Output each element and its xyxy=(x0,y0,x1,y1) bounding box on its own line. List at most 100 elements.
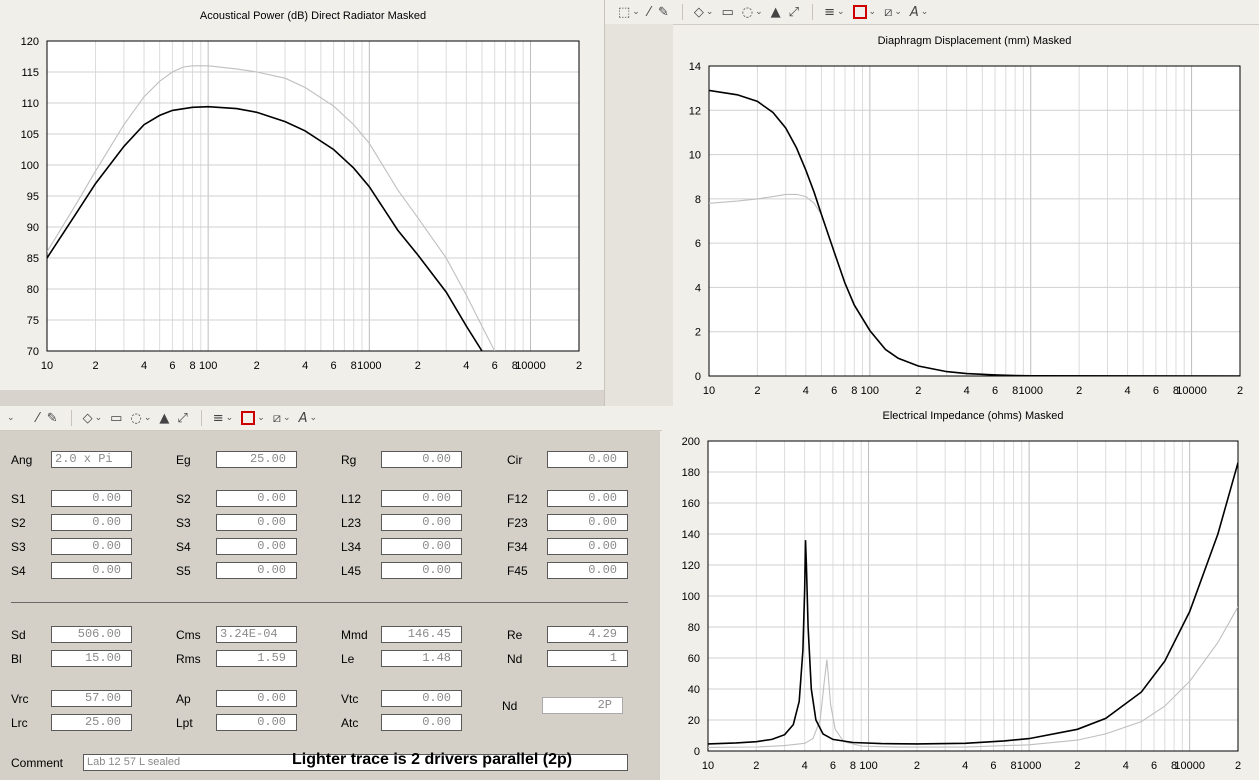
param-field[interactable]: 0.00 xyxy=(216,514,297,531)
x-tick-label: 2 xyxy=(1076,385,1082,397)
y-tick-label: 120 xyxy=(21,36,39,48)
param-field[interactable]: 0.00 xyxy=(381,514,462,531)
x-tick-label: 2 xyxy=(1074,760,1080,772)
param-label: S5 xyxy=(176,564,191,578)
param-label: Vrc xyxy=(11,692,29,706)
line-style-icon[interactable]: ≡ ⌄ xyxy=(210,408,236,428)
font-icon[interactable]: A ⌄ xyxy=(296,408,320,428)
x-tick-label: 1000 xyxy=(1017,760,1041,772)
param-field[interactable]: 0.00 xyxy=(547,514,628,531)
fill-color-icon[interactable]: ⧄ ⌄ xyxy=(270,408,294,428)
param-label: Vtc xyxy=(341,692,359,706)
chart-title: Electrical Impedance (ohms) Masked xyxy=(883,410,1064,422)
brush-icon[interactable]: ✎ xyxy=(44,408,61,428)
param-field[interactable]: 25.00 xyxy=(51,714,132,731)
y-tick-label: 140 xyxy=(682,529,700,541)
magic-wand-icon[interactable]: ⁄ xyxy=(34,408,42,428)
x-tick-label: 10000 xyxy=(515,360,546,372)
param-field[interactable]: 0.00 xyxy=(216,714,297,731)
param-label: L23 xyxy=(341,516,362,530)
param-field[interactable]: 0.00 xyxy=(216,538,297,555)
param-field[interactable]: 506.00 xyxy=(51,626,132,643)
param-field[interactable]: 1 xyxy=(547,650,628,667)
param-field[interactable]: 15.00 xyxy=(51,650,132,667)
param-field[interactable]: 146.45 xyxy=(381,626,462,643)
param-field[interactable]: 0.00 xyxy=(381,538,462,555)
param-field[interactable]: 4.29 xyxy=(547,626,628,643)
param-field[interactable]: 0.00 xyxy=(381,714,462,731)
x-tick-label: 6 xyxy=(169,360,175,372)
param-field[interactable]: 1.59 xyxy=(216,650,297,667)
fill-icon[interactable]: ▲ xyxy=(156,408,172,428)
y-tick-label: 80 xyxy=(27,284,39,296)
param-field[interactable]: 0.00 xyxy=(216,562,297,579)
y-tick-label: 105 xyxy=(21,129,39,141)
y-tick-label: 0 xyxy=(695,371,701,383)
resize-icon[interactable]: ⤢ xyxy=(174,408,190,428)
x-tick-label: 6 xyxy=(492,360,498,372)
param-label: Lrc xyxy=(11,716,28,730)
param-field[interactable]: 0.00 xyxy=(51,538,132,555)
param-label: Re xyxy=(507,628,523,642)
acoustical-power-window: Acoustical Power (dB) Direct Radiator Ma… xyxy=(0,0,604,390)
param-field[interactable]: 0.00 xyxy=(381,490,462,507)
y-tick-label: 2 xyxy=(695,327,701,339)
y-tick-label: 180 xyxy=(682,467,700,479)
param-label: Ang xyxy=(11,453,33,467)
param-field[interactable]: 2.0 x Pi xyxy=(51,451,132,468)
y-tick-label: 115 xyxy=(21,67,39,79)
y-tick-label: 110 xyxy=(21,98,39,110)
y-tick-label: 200 xyxy=(682,436,700,448)
param-field[interactable]: 57.00 xyxy=(51,690,132,707)
y-tick-label: 20 xyxy=(688,715,700,727)
impedance-chart: Electrical Impedance (ohms) Masked 0 20 40 6… xyxy=(682,410,1241,772)
y-tick-label: 80 xyxy=(688,622,700,634)
param-field[interactable]: 0.00 xyxy=(547,451,628,468)
y-tick-label: 70 xyxy=(27,346,39,358)
param-field[interactable]: 0.00 xyxy=(216,690,297,707)
param-field[interactable]: 2P xyxy=(542,697,623,714)
param-field[interactable]: 0.00 xyxy=(51,562,132,579)
param-field[interactable]: 25.00 xyxy=(216,451,297,468)
x-tick-label: 8 xyxy=(1010,760,1016,772)
param-label: Atc xyxy=(341,716,359,730)
x-tick-label: 6 xyxy=(830,760,836,772)
x-tick-label: 4 xyxy=(803,385,809,397)
y-tick-label: 100 xyxy=(682,591,700,603)
x-tick-label: 10000 xyxy=(1176,385,1207,397)
y-tick-label: 90 xyxy=(27,222,39,234)
param-label: S4 xyxy=(11,564,26,578)
shape-icon[interactable]: ◇ ⌄ xyxy=(80,408,106,428)
param-field[interactable]: 0.00 xyxy=(381,451,462,468)
param-field[interactable]: 0.00 xyxy=(51,490,132,507)
param-field[interactable]: 0.00 xyxy=(381,562,462,579)
param-field[interactable]: 3.24E-04 xyxy=(216,626,297,643)
y-tick-label: 75 xyxy=(27,315,39,327)
driver-parameters-form: Comment Lab 12 57 L sealed Lighter trace… xyxy=(0,431,660,780)
param-label: Ap xyxy=(176,692,191,706)
param-field[interactable]: 0.00 xyxy=(216,490,297,507)
text-box-icon[interactable]: ▭ xyxy=(107,408,125,428)
chart-note: Lighter trace is 2 drivers parallel (2p) xyxy=(292,751,573,768)
x-tick-label: 4 xyxy=(1125,385,1131,397)
param-field[interactable]: 0.00 xyxy=(381,690,462,707)
x-tick-label: 100 xyxy=(199,360,217,372)
param-field[interactable]: 0.00 xyxy=(547,562,628,579)
y-tick-label: 10 xyxy=(689,150,701,162)
y-tick-label: 6 xyxy=(695,238,701,250)
x-tick-label: 4 xyxy=(302,360,308,372)
x-tick-label: 6 xyxy=(990,760,996,772)
y-tick-label: 14 xyxy=(689,61,701,73)
param-label: S2 xyxy=(11,516,26,530)
param-field[interactable]: 0.00 xyxy=(51,514,132,531)
param-field[interactable]: 1.48 xyxy=(381,650,462,667)
x-tick-label: 2 xyxy=(754,385,760,397)
x-tick-label: 6 xyxy=(1153,385,1159,397)
x-tick-label: 6 xyxy=(331,360,337,372)
lasso-icon[interactable]: ◌ ⌄ xyxy=(127,408,154,428)
y-tick-label: 4 xyxy=(695,282,701,294)
param-field[interactable]: 0.00 xyxy=(547,538,628,555)
select-rect-icon[interactable]: ⌄ xyxy=(2,408,18,428)
outline-color-icon[interactable]: ⌄ xyxy=(238,408,268,428)
param-field[interactable]: 0.00 xyxy=(547,490,628,507)
